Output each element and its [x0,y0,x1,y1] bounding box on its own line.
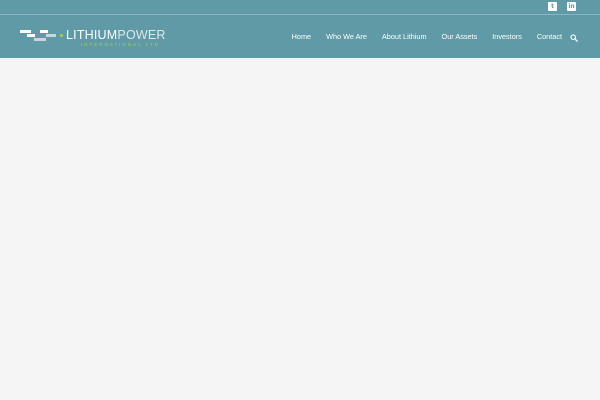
nav-item-our-assets[interactable]: Our Assets [442,32,478,41]
nav-item-home[interactable]: Home [292,32,311,41]
logo-text-light: POWER [117,28,166,42]
nav-item-about-lithium[interactable]: About Lithium [382,32,427,41]
lithium-power-logo[interactable]: LITHIUMPOWER INTERNATIONAL LTD [20,28,170,48]
nav-item-contact[interactable]: Contact [537,32,562,41]
logo-wordmark: LITHIUMPOWER [66,28,166,42]
top-utility-bar: t in [0,0,600,14]
site-header: LITHIUMPOWER INTERNATIONAL LTD Home Who … [0,15,600,58]
logo-text-bold: LITHIUM [66,28,118,42]
nav-item-who-we-are[interactable]: Who We Are [326,32,367,41]
nav-item-investors[interactable]: Investors [492,32,522,41]
page-content-area [0,58,600,400]
search-icon[interactable] [570,34,578,42]
logo-accent-dot [60,34,63,37]
main-navigation: Home Who We Are About Lithium Our Assets… [277,32,562,41]
linkedin-glyph: in [568,3,575,10]
twitter-glyph: t [551,3,554,10]
twitter-icon[interactable]: t [548,2,557,11]
linkedin-icon[interactable]: in [567,2,576,11]
logo-subtitle: INTERNATIONAL LTD [81,42,160,47]
